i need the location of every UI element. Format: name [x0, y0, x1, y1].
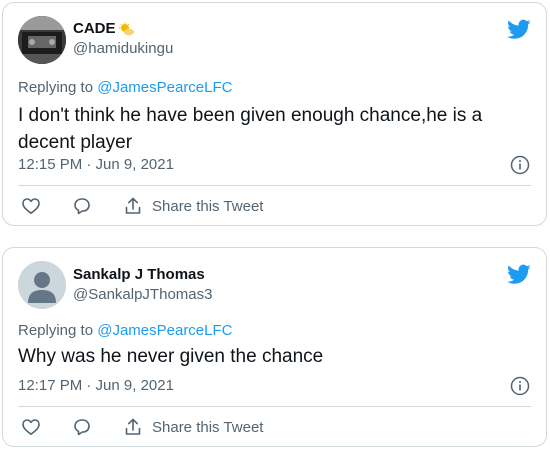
share-icon — [125, 197, 141, 214]
avatar[interactable] — [18, 261, 66, 309]
replying-to-label: Replying to — [18, 79, 98, 96]
share-icon — [125, 418, 141, 435]
twitter-bird-icon[interactable] — [507, 262, 531, 286]
sun-behind-cloud-icon — [118, 21, 134, 35]
avatar-photo-icon — [18, 16, 66, 64]
share-label: Share this Tweet — [152, 418, 264, 436]
action-bar: Share this Tweet — [18, 417, 263, 437]
info-icon[interactable] — [510, 376, 530, 396]
share-label: Share this Tweet — [152, 197, 264, 215]
user-handle[interactable]: @hamidukingu — [73, 40, 173, 57]
info-icon[interactable] — [510, 155, 530, 175]
like-button[interactable] — [21, 196, 41, 216]
share-button[interactable]: Share this Tweet — [123, 196, 263, 216]
action-bar: Share this Tweet — [18, 196, 263, 216]
divider — [18, 185, 531, 186]
replying-to-label: Replying to — [18, 322, 98, 339]
author-name-row[interactable]: CADE — [73, 20, 135, 37]
reply-to-link[interactable]: @JamesPearceLFC — [97, 79, 232, 96]
display-name[interactable]: CADE — [73, 20, 116, 37]
replying-to-line: Replying to @JamesPearceLFC — [18, 322, 233, 339]
timestamp[interactable]: 12:15 PM · Jun 9, 2021 — [18, 156, 174, 173]
like-button[interactable] — [21, 417, 41, 437]
tweet-text: I don't think he have been given enough … — [18, 105, 483, 153]
reply-button[interactable] — [72, 196, 92, 216]
divider — [18, 406, 531, 407]
tweet-card[interactable]: Sankalp J Thomas @SankalpJThomas3 Replyi… — [2, 247, 547, 447]
tweet-text: Why was he never given the chance — [18, 346, 324, 367]
heart-icon — [22, 419, 40, 435]
heart-icon — [22, 198, 40, 214]
reply-to-link[interactable]: @JamesPearceLFC — [97, 322, 232, 339]
user-handle[interactable]: @SankalpJThomas3 — [73, 286, 212, 303]
author-name-row[interactable]: Sankalp J Thomas — [73, 266, 205, 283]
speech-bubble-icon — [74, 198, 90, 215]
timestamp[interactable]: 12:17 PM · Jun 9, 2021 — [18, 377, 174, 394]
reply-button[interactable] — [72, 417, 92, 437]
display-name[interactable]: Sankalp J Thomas — [73, 266, 205, 283]
tweet-card[interactable]: CADE @hamidukingu Replying to @JamesPear… — [2, 2, 547, 226]
default-avatar-icon — [18, 261, 66, 309]
avatar[interactable] — [18, 16, 66, 64]
twitter-bird-icon[interactable] — [507, 17, 531, 41]
replying-to-line: Replying to @JamesPearceLFC — [18, 79, 233, 96]
speech-bubble-icon — [74, 419, 90, 436]
share-button[interactable]: Share this Tweet — [123, 417, 263, 437]
